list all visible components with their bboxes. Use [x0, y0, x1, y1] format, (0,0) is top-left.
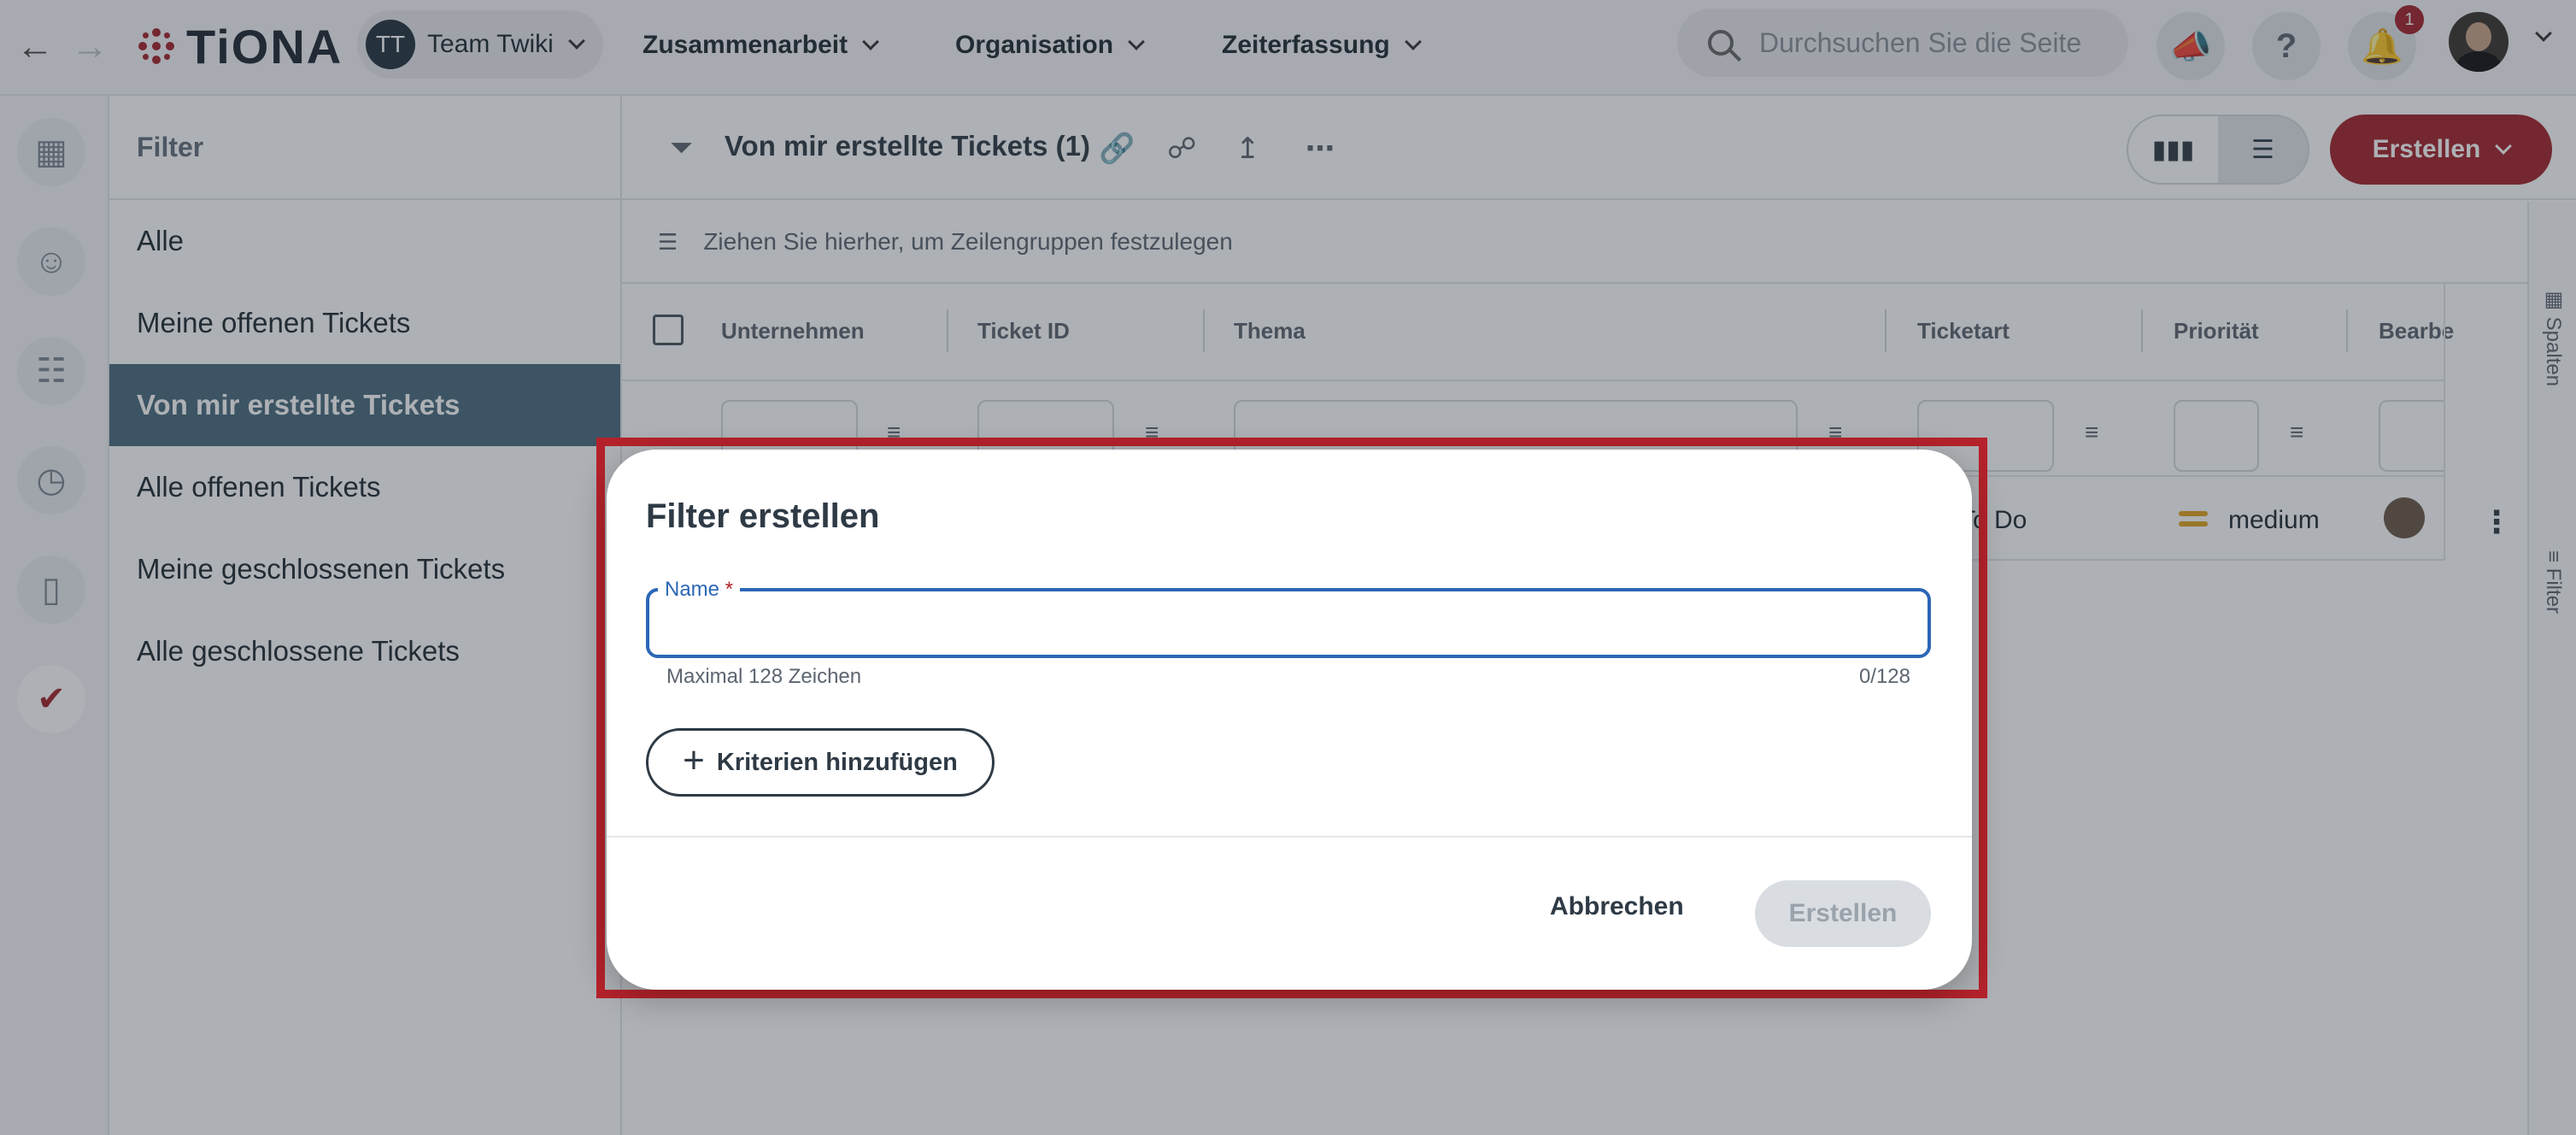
plus-icon: +: [683, 739, 705, 781]
cancel-button[interactable]: Abbrechen: [1550, 892, 1684, 921]
create-filter-dialog: Filter erstellen Name * Maximal 128 Zeic…: [607, 450, 1972, 990]
name-input[interactable]: [649, 591, 1928, 655]
add-criteria-label: Kriterien hinzufügen: [716, 748, 958, 776]
name-label-text: Name: [665, 578, 720, 601]
dialog-divider: [607, 836, 1972, 838]
add-criteria-button[interactable]: + Kriterien hinzufügen: [646, 728, 995, 797]
name-field-label: Name *: [658, 578, 741, 602]
dialog-title: Filter erstellen: [646, 497, 880, 535]
name-hint: Maximal 128 Zeichen: [666, 665, 862, 688]
name-counter: 0/128: [1858, 665, 1910, 688]
name-field[interactable]: Name *: [646, 578, 1931, 658]
required-mark: *: [725, 578, 734, 601]
submit-button[interactable]: Erstellen: [1755, 880, 1931, 947]
